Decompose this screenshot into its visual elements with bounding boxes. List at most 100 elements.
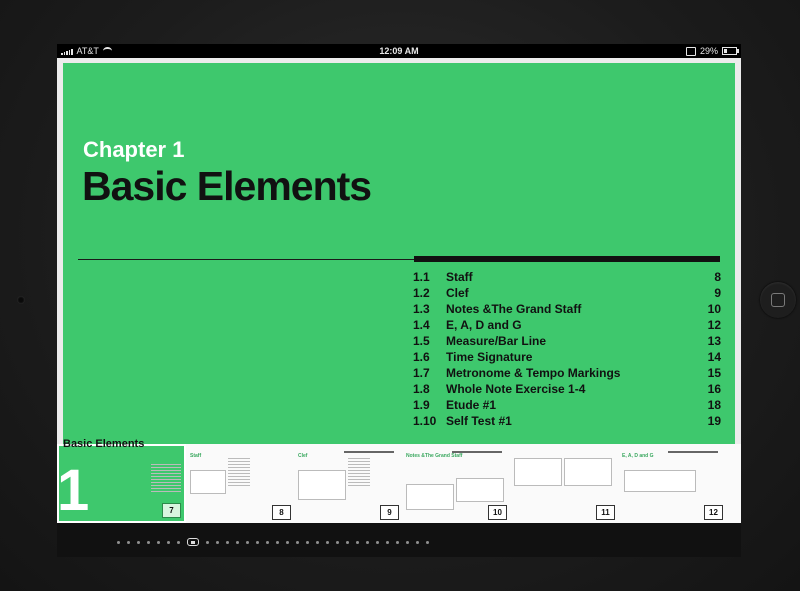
toc-section-number: 1.2 xyxy=(413,286,430,300)
toc-entry[interactable]: 1.10 Self Test #1 19 xyxy=(413,413,721,429)
thumbnail-title: Staff xyxy=(190,453,202,459)
toc-section-number: 1.6 xyxy=(413,350,430,364)
page-dot[interactable] xyxy=(316,540,319,544)
page-dot[interactable] xyxy=(147,540,150,544)
page-dot[interactable] xyxy=(346,540,349,544)
toc-entry[interactable]: 1.4 E, A, D and G 12 xyxy=(413,317,721,333)
chapter-title-page: Chapter 1 Basic Elements 1.1 Staff 8 1.2 Cle… xyxy=(63,63,735,483)
page-dot-active[interactable] xyxy=(187,538,199,546)
page-dot[interactable] xyxy=(326,540,329,544)
thumbnail-page-number: 9 xyxy=(380,505,399,520)
toc-entry[interactable]: 1.1 Staff 8 xyxy=(413,269,721,285)
page-dot[interactable] xyxy=(386,540,389,544)
table-of-contents: 1.1 Staff 8 1.2 Clef 9 1.3 Notes &The Grand Sta… xyxy=(413,269,721,429)
page-dot[interactable] xyxy=(356,540,359,544)
page-dot[interactable] xyxy=(396,540,399,544)
toc-entry[interactable]: 1.2 Clef 9 xyxy=(413,285,721,301)
toc-section-title: Measure/Bar Line xyxy=(446,334,547,348)
page-dot[interactable] xyxy=(157,540,160,544)
toc-section-number: 1.4 xyxy=(413,318,430,332)
thumbnail[interactable]: Notes &The Grand Staff 10 xyxy=(402,444,511,523)
page-dot[interactable] xyxy=(286,540,289,544)
toc-page-number: 9 xyxy=(714,286,721,300)
toc-page-number: 19 xyxy=(707,414,721,428)
thumbnail[interactable] xyxy=(726,444,741,523)
battery-percent: 29% xyxy=(699,46,718,56)
toc-page-number: 18 xyxy=(707,398,721,412)
thumbnail-page-number: 8 xyxy=(272,505,291,520)
page-thumbnail-strip[interactable]: Basic Elements 1 7 Staff 8 Clef 9 Notes … xyxy=(57,438,741,523)
thumbnail-page-number: 10 xyxy=(488,505,507,520)
thumbnail[interactable]: Staff 8 xyxy=(186,444,295,523)
page-dot[interactable] xyxy=(127,540,130,544)
page-dot[interactable] xyxy=(336,540,339,544)
thumbnail-chapter-number: 1 xyxy=(57,458,90,523)
thumbnail-title: Basic Elements xyxy=(63,438,145,450)
thumbnail-title: E, A, D and G xyxy=(622,453,654,459)
toc-section-title: Clef xyxy=(446,286,469,300)
battery-icon xyxy=(722,47,739,55)
toc-section-number: 1.7 xyxy=(413,366,430,380)
toc-page-number: 16 xyxy=(707,382,721,396)
toc-section-number: 1.3 xyxy=(413,302,430,316)
page-dot[interactable] xyxy=(246,540,249,544)
toc-entry[interactable]: 1.8 Whole Note Exercise 1-4 16 xyxy=(413,381,721,397)
rotation-lock-icon xyxy=(685,46,696,56)
toc-section-number: 1.9 xyxy=(413,398,430,412)
thumbnail-page-number: 7 xyxy=(162,503,181,518)
toc-section-number: 1.5 xyxy=(413,334,430,348)
chapter-label: Chapter 1 xyxy=(83,137,185,162)
toc-section-title: Metronome & Tempo Markings xyxy=(446,366,621,380)
toc-section-title: Self Test #1 xyxy=(446,414,512,428)
toc-section-title: Etude #1 xyxy=(446,398,497,412)
thumbnail-page-number: 12 xyxy=(704,505,723,520)
status-bar: AT&T 12:09 AM 29% xyxy=(57,44,741,58)
thumbnail[interactable]: Clef 9 xyxy=(294,444,403,523)
page-dot[interactable] xyxy=(216,540,219,544)
page-dot[interactable] xyxy=(117,540,120,544)
home-button[interactable] xyxy=(760,282,796,318)
page-dot[interactable] xyxy=(406,540,409,544)
toc-section-title: Time Signature xyxy=(446,350,533,364)
toc-page-number: 14 xyxy=(707,350,721,364)
page-dot[interactable] xyxy=(167,540,170,544)
page-dot[interactable] xyxy=(426,540,429,544)
toc-page-number: 10 xyxy=(707,302,721,316)
page-dots[interactable] xyxy=(117,538,429,546)
thumbnail-title: Notes &The Grand Staff xyxy=(406,453,463,459)
toc-entry[interactable]: 1.6 Time Signature 14 xyxy=(413,349,721,365)
page-dot[interactable] xyxy=(226,540,229,544)
toc-page-number: 15 xyxy=(707,366,721,380)
page-dot[interactable] xyxy=(276,540,279,544)
thumbnail[interactable]: 11 xyxy=(510,444,619,523)
ipad-screen: AT&T 12:09 AM 29% Chapter 1 Basic Elemen… xyxy=(57,44,741,557)
page-dot[interactable] xyxy=(376,540,379,544)
page-dot[interactable] xyxy=(206,540,209,544)
page-dot[interactable] xyxy=(266,540,269,544)
toc-section-number: 1.10 xyxy=(413,414,437,428)
toc-page-number: 8 xyxy=(714,270,721,284)
toc-entry[interactable]: 1.3 Notes &The Grand Staff 10 xyxy=(413,301,721,317)
page-dot[interactable] xyxy=(366,540,369,544)
page-dot[interactable] xyxy=(177,540,180,544)
toc-section-number: 1.8 xyxy=(413,382,430,396)
toc-entry[interactable]: 1.7 Metronome & Tempo Markings 15 xyxy=(413,365,721,381)
page-dot[interactable] xyxy=(416,540,419,544)
page-scrubber[interactable] xyxy=(57,523,741,557)
page-dot[interactable] xyxy=(306,540,309,544)
page-dot[interactable] xyxy=(236,540,239,544)
toc-page-number: 12 xyxy=(707,318,721,332)
page-dot[interactable] xyxy=(296,540,299,544)
page-dot[interactable] xyxy=(137,540,140,544)
page-dot[interactable] xyxy=(256,540,259,544)
divider-rule xyxy=(78,259,414,260)
toc-section-title: Notes &The Grand Staff xyxy=(446,302,582,316)
toc-entry[interactable]: 1.5 Measure/Bar Line 13 xyxy=(413,333,721,349)
thumbnail-active[interactable]: Basic Elements 1 7 xyxy=(57,438,186,523)
thumbnail[interactable]: E, A, D and G 12 xyxy=(618,444,727,523)
front-camera xyxy=(17,296,25,304)
chapter-title: Basic Elements xyxy=(82,163,372,209)
toc-section-number: 1.1 xyxy=(413,270,430,284)
toc-entry[interactable]: 1.9 Etude #1 18 xyxy=(413,397,721,413)
book-page[interactable]: Chapter 1 Basic Elements 1.1 Staff 8 1.2 Cle… xyxy=(57,58,741,488)
